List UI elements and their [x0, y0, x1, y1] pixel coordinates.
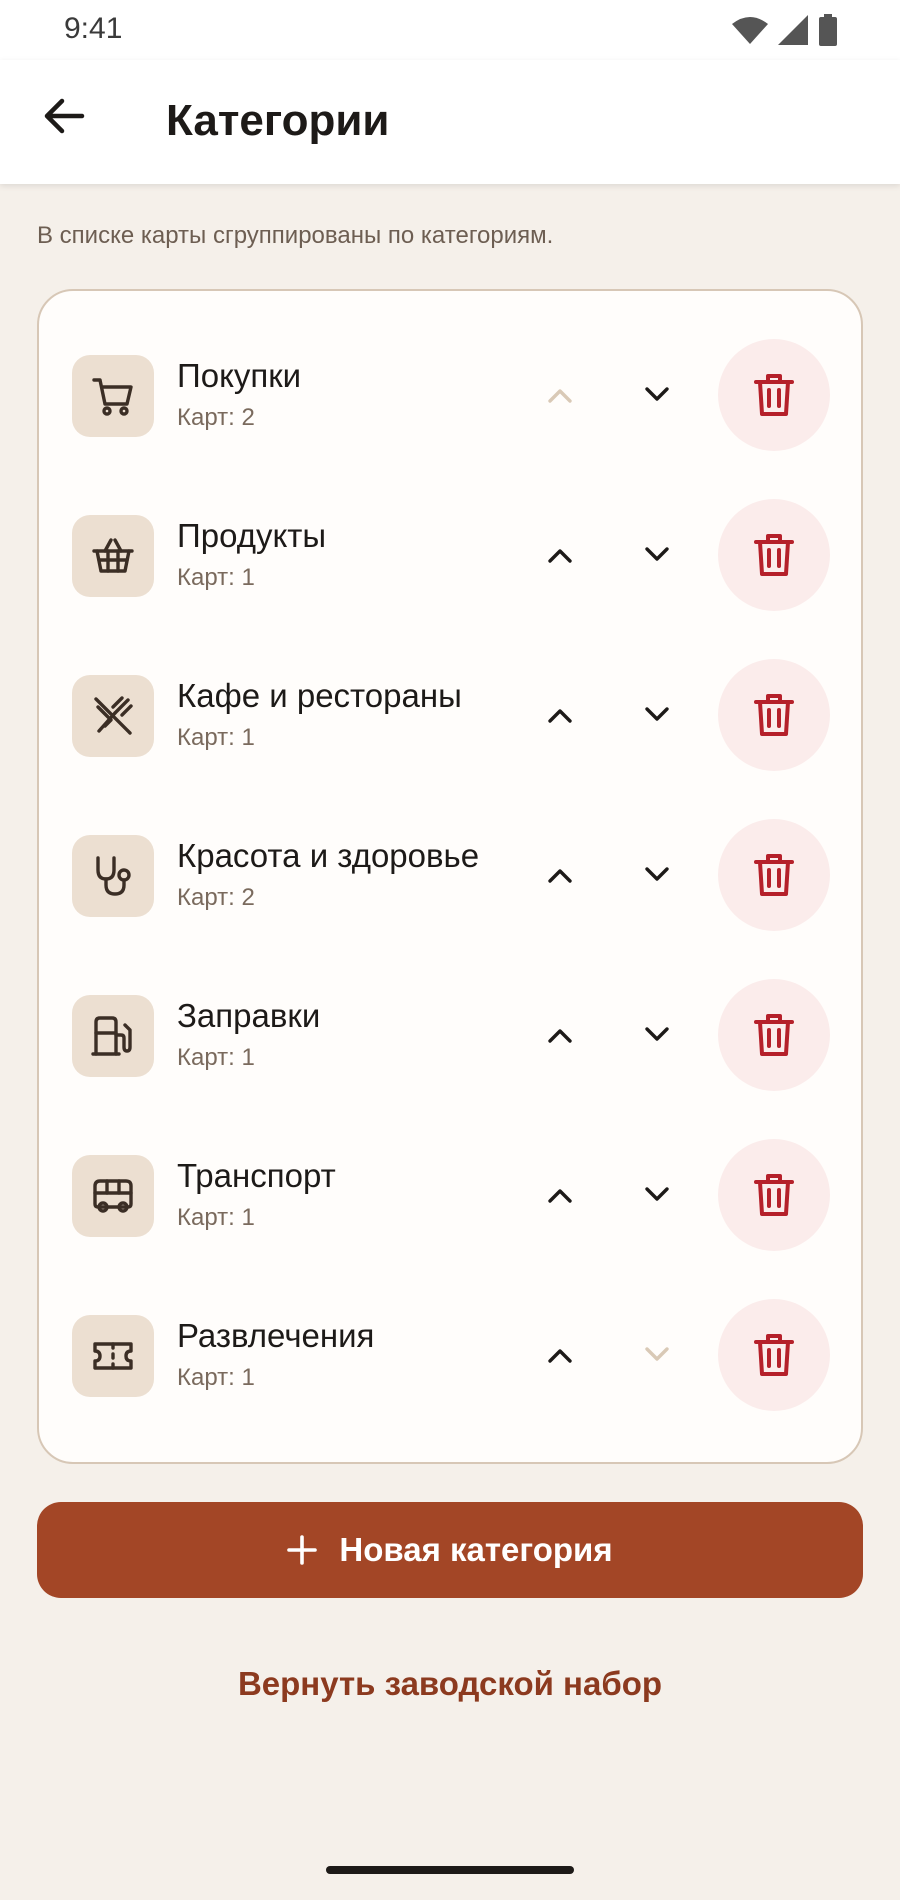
chevron-up-icon [548, 1189, 572, 1203]
move-up-button[interactable] [530, 1005, 590, 1065]
battery-icon [818, 14, 838, 51]
category-name: Продукты [177, 517, 327, 554]
move-down-button[interactable] [627, 1165, 687, 1225]
category-icon-box [72, 355, 154, 437]
stethoscope-icon [96, 856, 131, 896]
ticket-icon [93, 1342, 133, 1370]
move-down-button[interactable] [627, 685, 687, 745]
status-bar: 9:41 [0, 0, 900, 60]
arrow-left-icon [44, 98, 85, 134]
category-name: Кафе и рестораны [177, 677, 462, 714]
move-up-button[interactable] [530, 365, 590, 425]
back-button[interactable] [34, 86, 94, 146]
signal-icon [778, 15, 808, 50]
trash-icon [754, 1334, 794, 1376]
category-row: Транспорт Карт: 1 [39, 1135, 861, 1255]
chevron-up-icon [548, 1029, 572, 1043]
category-name: Транспорт [177, 1157, 336, 1194]
move-up-button[interactable] [530, 845, 590, 905]
category-row: Кафе и рестораны Карт: 1 [39, 655, 861, 775]
category-name: Развлечения [177, 1317, 375, 1354]
chevron-down-icon [645, 387, 669, 401]
move-down-button[interactable] [627, 1325, 687, 1385]
category-icon-box [72, 1315, 154, 1397]
category-row: Развлечения Карт: 1 [39, 1295, 861, 1415]
delete-button[interactable] [718, 979, 830, 1091]
delete-button[interactable] [718, 659, 830, 771]
hint-text: В списке карты сгруппированы по категори… [37, 222, 554, 249]
move-up-button[interactable] [530, 1325, 590, 1385]
category-count: Карт: 1 [177, 1044, 255, 1071]
delete-button[interactable] [718, 499, 830, 611]
status-time: 9:41 [64, 12, 123, 45]
trash-icon [754, 1174, 794, 1216]
status-icons [732, 14, 838, 51]
wifi-icon [732, 16, 768, 49]
category-count: Карт: 1 [177, 724, 255, 751]
category-name: Покупки [177, 357, 302, 394]
trash-icon [754, 854, 794, 896]
category-count: Карт: 1 [177, 1364, 255, 1391]
category-row: Покупки Карт: 2 [39, 335, 861, 455]
category-count: Карт: 1 [177, 1204, 255, 1231]
chevron-up-icon [548, 869, 572, 883]
home-indicator[interactable] [326, 1866, 574, 1874]
chevron-down-icon [645, 1347, 669, 1361]
category-count: Карт: 1 [177, 564, 255, 591]
add-category-label: Новая категория [339, 1531, 613, 1568]
trash-icon [754, 694, 794, 736]
category-icon-box [72, 1155, 154, 1237]
chevron-up-icon [548, 709, 572, 723]
category-row: Заправки Карт: 1 [39, 975, 861, 1095]
chevron-down-icon [645, 1027, 669, 1041]
trash-icon [754, 1014, 794, 1056]
category-icon-box [72, 515, 154, 597]
move-up-button[interactable] [530, 685, 590, 745]
fuel-icon [91, 1016, 132, 1056]
move-up-button[interactable] [530, 1165, 590, 1225]
app-bar: Категории [0, 60, 900, 184]
category-name: Заправки [177, 997, 321, 1034]
plus-icon [287, 1535, 318, 1565]
move-down-button[interactable] [627, 1005, 687, 1065]
category-count: Карт: 2 [177, 404, 255, 431]
move-up-button[interactable] [530, 525, 590, 585]
category-row: Красота и здоровье Карт: 2 [39, 815, 861, 935]
move-down-button[interactable] [627, 525, 687, 585]
categories-list: Покупки Карт: 2 Продукты Карт: 1 Кафе и … [37, 289, 863, 1464]
cart-icon [92, 378, 133, 416]
bus-icon [93, 1179, 133, 1213]
trash-icon [754, 374, 794, 416]
move-down-button[interactable] [627, 845, 687, 905]
add-category-button[interactable]: Новая категория [37, 1502, 863, 1598]
chevron-up-icon [548, 549, 572, 563]
chevron-up-icon [548, 1349, 572, 1363]
category-count: Карт: 2 [177, 884, 255, 911]
category-row: Продукты Карт: 1 [39, 495, 861, 615]
cutlery-icon [94, 696, 133, 735]
chevron-up-icon [548, 389, 572, 403]
category-name: Красота и здоровье [177, 837, 480, 874]
chevron-down-icon [645, 867, 669, 881]
delete-button[interactable] [718, 819, 830, 931]
category-icon-box [72, 835, 154, 917]
move-down-button[interactable] [627, 365, 687, 425]
category-icon-box [72, 675, 154, 757]
chevron-down-icon [645, 707, 669, 721]
delete-button[interactable] [718, 339, 830, 451]
chevron-down-icon [645, 1187, 669, 1201]
page-title: Категории [166, 96, 390, 145]
chevron-down-icon [645, 547, 669, 561]
delete-button[interactable] [718, 1139, 830, 1251]
reset-defaults-button[interactable]: Вернуть заводской набор [150, 1656, 750, 1712]
trash-icon [754, 534, 794, 576]
delete-button[interactable] [718, 1299, 830, 1411]
category-icon-box [72, 995, 154, 1077]
basket-icon [92, 538, 134, 573]
